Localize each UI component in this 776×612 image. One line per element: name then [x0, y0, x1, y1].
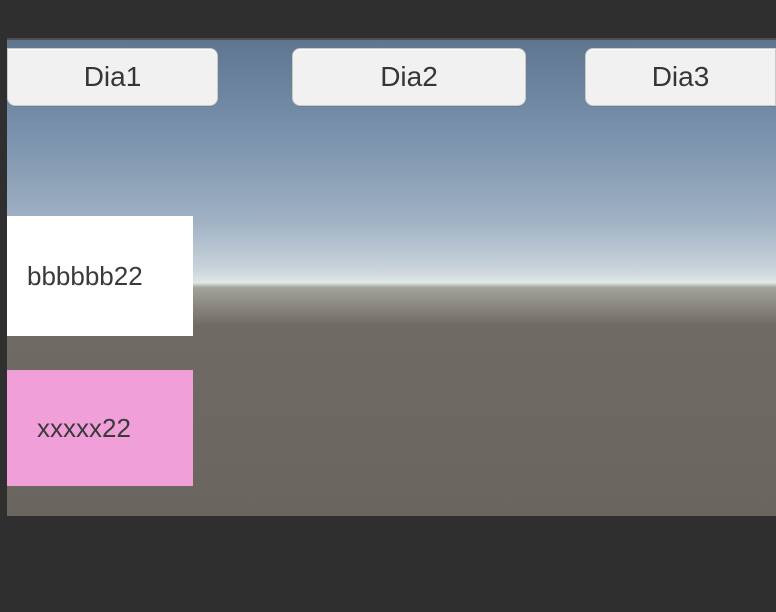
- dia3-label: Dia3: [652, 61, 710, 93]
- panel-pink: xxxxx22: [7, 370, 193, 486]
- panel-white-text: bbbbbb22: [27, 261, 143, 292]
- app-frame: Dia1 Dia2 Dia3 bbbbbb22 xxxxx22: [0, 0, 776, 612]
- panel-pink-text: xxxxx22: [37, 413, 131, 444]
- dia2-label: Dia2: [380, 61, 438, 93]
- dia2-button[interactable]: Dia2: [292, 48, 526, 106]
- dia1-button[interactable]: Dia1: [7, 48, 218, 106]
- dia1-label: Dia1: [84, 61, 142, 93]
- panel-white: bbbbbb22: [7, 216, 193, 336]
- dia3-button[interactable]: Dia3: [585, 48, 776, 106]
